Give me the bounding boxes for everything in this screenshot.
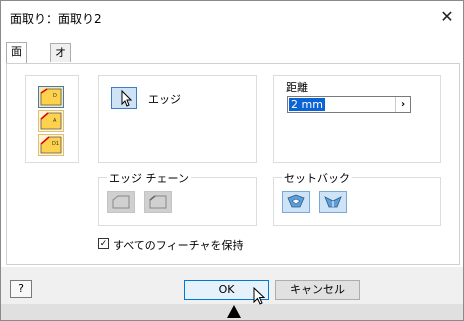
- setback-smooth-icon[interactable]: [319, 191, 347, 213]
- cancel-button[interactable]: キャンセル: [275, 280, 360, 300]
- preserve-features-label: すべてのフィーチャを保持: [113, 239, 244, 252]
- distance-label: 距離: [286, 81, 308, 94]
- distance-value: 2 mm: [289, 98, 325, 111]
- chamfer-two-distances-icon[interactable]: D1: [38, 134, 64, 156]
- title-bar: 面取り：面取り2 ✕: [1, 1, 463, 33]
- chamfer-distance-icon[interactable]: D: [38, 86, 64, 108]
- tab-chamfer[interactable]: 面取り: [6, 42, 27, 94]
- mouse-cursor-icon: [253, 286, 267, 310]
- chamfer-dialog: 面取り：面取り2 ✕ 面取り オフセット D A D1 エッジ 距離 2 mm …: [0, 0, 464, 321]
- help-button[interactable]: ?: [10, 280, 32, 298]
- setback-label: セットバック: [282, 170, 352, 186]
- edge-chain-single-icon[interactable]: [144, 191, 172, 213]
- distance-input[interactable]: 2 mm ›: [287, 96, 411, 113]
- distance-dropdown-icon[interactable]: ›: [395, 97, 410, 112]
- svg-text:D1: D1: [52, 141, 59, 147]
- window-title: 面取り：面取り2: [10, 12, 102, 26]
- edge-chain-all-icon[interactable]: [107, 191, 135, 213]
- edge-chain-label: エッジ チェーン: [107, 170, 191, 186]
- close-icon[interactable]: ✕: [437, 7, 457, 27]
- expand-triangle-icon[interactable]: [227, 305, 241, 318]
- chamfer-distance-angle-icon[interactable]: A: [38, 110, 64, 132]
- svg-text:A: A: [53, 118, 57, 124]
- tab-offset[interactable]: オフセット: [50, 43, 71, 131]
- svg-text:D: D: [53, 93, 57, 99]
- select-arrow-icon[interactable]: [111, 87, 137, 109]
- edge-label: エッジ: [148, 93, 181, 106]
- preserve-features-checkbox[interactable]: ✓: [98, 238, 109, 249]
- setback-corner-icon[interactable]: [282, 191, 310, 213]
